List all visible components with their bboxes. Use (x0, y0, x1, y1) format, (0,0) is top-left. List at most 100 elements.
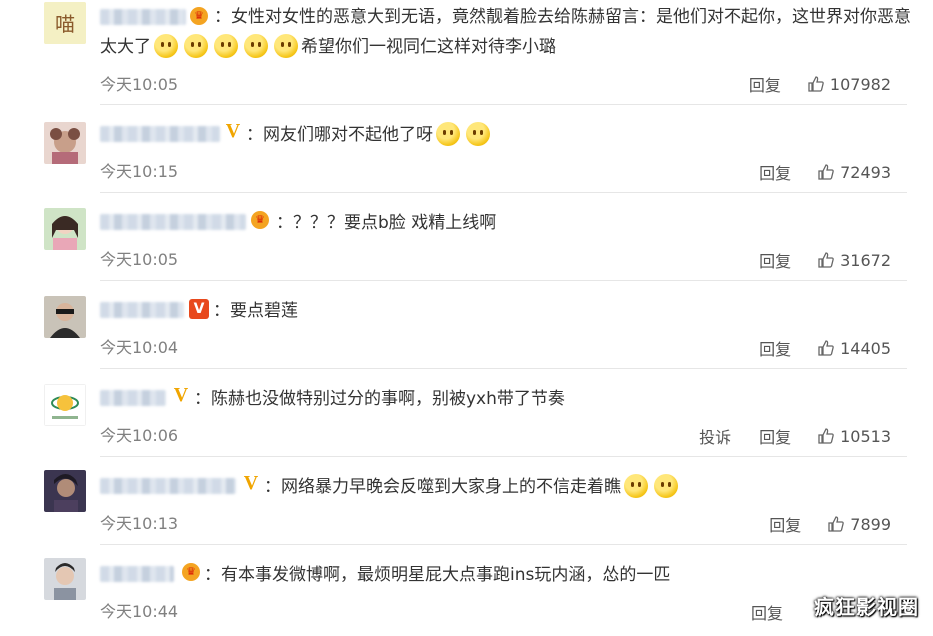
comment-item: ♛ ：？？？要点b脸 戏精上线啊 今天10:05 回复 31672 (0, 194, 933, 280)
avatar[interactable] (44, 558, 86, 600)
like-button[interactable]: 14405 (817, 339, 891, 358)
crown-badge-icon: ♛ (190, 7, 208, 25)
comment-text-part: 希望你们一视同仁这样对待李小璐 (301, 37, 556, 57)
like-button[interactable]: 7899 (827, 515, 891, 534)
comment-time: 今天10:05 (100, 250, 179, 269)
crown-badge-icon: ♛ (251, 211, 269, 229)
comment-text-part: 太大了 (100, 37, 151, 57)
confused-emoji-icon (436, 122, 460, 146)
comment-item: V ：网友们哪对不起他了呀 今天10:15 回复 72493 (0, 106, 933, 192)
comment-time: 今天10:13 (100, 514, 179, 533)
username-blurred[interactable] (100, 302, 184, 318)
comment-time: 今天10:06 (100, 426, 179, 445)
divider (100, 456, 907, 457)
thumbs-up-icon (818, 252, 834, 268)
confused-emoji-icon (466, 122, 490, 146)
comment-actions: 回复 72493 (731, 160, 891, 184)
comment-text-part: 有本事发微博啊，最烦明星屁大点事跑ins玩内涵，怂的一匹 (221, 565, 671, 585)
smile-emoji-icon (244, 34, 268, 58)
comment-actions: 回复 (723, 600, 783, 624)
divider (100, 280, 907, 281)
divider (100, 104, 907, 105)
comment-item: ♛ ：有本事发微博啊，最烦明星屁大点事跑ins玩内涵，怂的一匹 今天10:44 … (0, 546, 933, 636)
reply-button[interactable]: 回复 (759, 160, 791, 184)
avatar[interactable] (44, 208, 86, 250)
like-button[interactable]: 10513 (817, 427, 891, 446)
comment-item: V ：要点碧莲 今天10:04 回复 14405 (0, 282, 933, 368)
comment-actions: 回复 107982 (721, 72, 891, 96)
avatar[interactable] (44, 384, 86, 426)
like-count: 107982 (829, 74, 891, 94)
comment-text-line2: 太大了 希望你们一视同仁这样对待李小璐 (100, 32, 556, 62)
like-button[interactable]: 31672 (817, 251, 891, 270)
avatar-text: 喵 (55, 12, 75, 36)
reply-button[interactable]: 回复 (749, 72, 781, 96)
comment-text: ：陈赫也没做特别过分的事啊，别被yxh带了节奏 (194, 389, 565, 409)
reply-button[interactable]: 回复 (751, 600, 783, 624)
comment-time: 今天10:15 (100, 162, 179, 181)
comment-text: ：有本事发微博啊，最烦明星屁大点事跑ins玩内涵，怂的一匹 (204, 565, 671, 585)
avatar[interactable] (44, 296, 86, 338)
comment-text: ：网络暴力早晚会反噬到大家身上的不信走着瞧 (264, 472, 681, 502)
like-button[interactable]: 107982 (807, 75, 891, 94)
comment-text: ：？？？要点b脸 戏精上线啊 (276, 213, 497, 233)
grin-emoji-icon (654, 474, 678, 498)
thumbs-up-icon (808, 76, 824, 92)
like-count: 31672 (840, 250, 891, 270)
like-count: 72493 (840, 162, 891, 182)
comment-actions: 投诉 回复 10513 (671, 424, 891, 448)
comment-time: 今天10:04 (100, 338, 179, 357)
divider (100, 368, 907, 369)
comment-actions: 回复 7899 (741, 512, 891, 536)
comment-text-part: 网友们哪对不起他了呀 (263, 125, 433, 145)
comment-actions: 回复 14405 (731, 336, 891, 360)
username-blurred[interactable] (100, 478, 236, 494)
thumbs-up-icon (818, 164, 834, 180)
username-blurred[interactable] (100, 126, 220, 142)
watermark: 疯狂影视圈 (814, 595, 919, 619)
verified-v-icon: V (243, 472, 259, 494)
smile-emoji-icon (274, 34, 298, 58)
like-count: 10513 (840, 426, 891, 446)
like-button[interactable]: 72493 (817, 163, 891, 182)
reply-button[interactable]: 回复 (769, 512, 801, 536)
like-count: 7899 (850, 514, 891, 534)
comment-text-part: 网络暴力早晚会反噬到大家身上的不信走着瞧 (281, 477, 621, 497)
thumbs-up-icon (818, 340, 834, 356)
avatar[interactable] (44, 470, 86, 512)
username-blurred[interactable] (100, 566, 174, 582)
grin-emoji-icon (624, 474, 648, 498)
comment-item: V ：陈赫也没做特别过分的事啊，别被yxh带了节奏 今天10:06 投诉 回复 … (0, 370, 933, 456)
comment-item: V ：网络暴力早晚会反噬到大家身上的不信走着瞧 今天10:13 回复 7899 (0, 458, 933, 544)
like-count: 14405 (840, 338, 891, 358)
username-blurred[interactable] (100, 214, 246, 230)
smile-emoji-icon (214, 34, 238, 58)
divider (100, 544, 907, 545)
comment-text-part: 要点碧莲 (230, 301, 298, 321)
comment-text-part: 陈赫也没做特别过分的事啊，别被yxh带了节奏 (211, 389, 565, 409)
comment-text-part: ？？？要点b脸 戏精上线啊 (293, 213, 497, 233)
divider (100, 192, 907, 193)
comment-text: ：要点碧莲 (213, 301, 298, 321)
thumbs-up-icon (818, 428, 834, 444)
username-blurred[interactable] (100, 9, 186, 25)
comment-text-line1: 女性对女性的恶意大到无语，竟然靓着脸去给陈赫留言：是他们对不起你，这世界对你恶意 (231, 7, 911, 27)
reply-button[interactable]: 回复 (759, 336, 791, 360)
comment-item: 喵 ♛ ：女性对女性的恶意大到无语，竟然靓着脸去给陈赫留言：是他们对不起你，这世… (0, 0, 933, 104)
comment-time: 今天10:05 (100, 75, 179, 94)
verified-v-icon: V (225, 120, 241, 142)
comment-actions: 回复 31672 (731, 248, 891, 272)
reply-button[interactable]: 回复 (759, 248, 791, 272)
surprised-emoji-icon (154, 34, 178, 58)
comment-time: 今天10:44 (100, 602, 179, 621)
verified-v-icon: V (173, 384, 189, 406)
username-blurred[interactable] (100, 390, 166, 406)
crown-badge-icon: ♛ (182, 563, 200, 581)
verified-v-icon: V (189, 299, 209, 319)
reply-button[interactable]: 回复 (759, 424, 791, 448)
avatar[interactable] (44, 122, 86, 164)
comment-text: ：网友们哪对不起他了呀 (246, 120, 493, 150)
avatar[interactable]: 喵 (44, 2, 86, 44)
thumbs-up-icon (828, 516, 845, 532)
report-button[interactable]: 投诉 (699, 424, 731, 448)
